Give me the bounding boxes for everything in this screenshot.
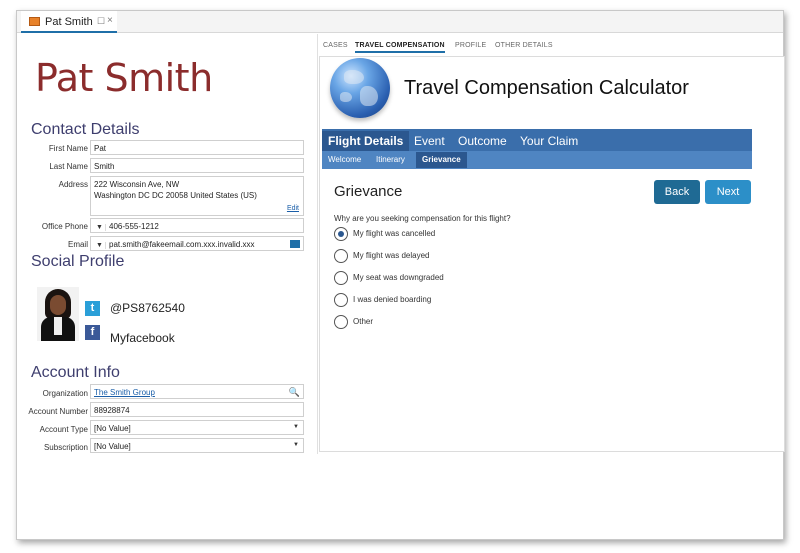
wizard-subnav: Welcome Itinerary Grievance [322,151,752,169]
close-icon[interactable]: × [107,15,113,26]
last-name-field[interactable]: Smith [90,158,304,173]
address-line1: 222 Wisconsin Ave, NW [94,180,180,189]
option-label: My flight was delayed [353,251,430,260]
social-profile-title: Social Profile [31,253,125,270]
nav-flight-details[interactable]: Flight Details [322,131,410,151]
wizard-nav: Flight Details Event Outcome Your Claim … [322,129,752,169]
address-field[interactable]: 222 Wisconsin Ave, NW Washington DC DC 2… [90,176,304,216]
radio-button[interactable] [334,293,348,307]
office-phone-label: Office Phone [41,222,88,231]
twitter-handle[interactable]: @PS8762540 [110,301,185,315]
facebook-icon[interactable]: f [85,325,100,340]
account-number-field[interactable]: 88928874 [90,402,304,417]
nav-itinerary[interactable]: Itinerary [376,155,405,164]
tab-cases[interactable]: CASES [323,42,348,49]
chevron-down-icon[interactable]: ▼ [293,424,299,430]
subscription-value: [No Value] [94,442,131,451]
office-phone-field[interactable]: ▼ 406-555-1212 [90,218,304,233]
contact-card-icon [29,17,40,26]
nav-grievance[interactable]: Grievance [416,152,467,168]
document-tab-bar: Pat Smith ☐ × [17,11,783,33]
details-panel: CASES TRAVEL COMPENSATION PROFILE OTHER … [319,34,785,539]
grievance-question: Why are you seeking compensation for thi… [334,214,511,223]
office-phone-value: 406-555-1212 [109,222,159,231]
radio-button[interactable] [334,249,348,263]
account-info-title: Account Info [31,364,120,381]
account-type-label: Account Type [39,425,88,434]
page-title: Grievance [334,183,403,200]
nav-your-claim[interactable]: Your Claim [520,134,578,148]
radio-button[interactable] [334,315,348,329]
option-label: My seat was downgraded [353,273,444,282]
envelope-icon[interactable] [290,240,300,248]
first-name-field[interactable]: Pat [90,140,304,155]
tab-profile[interactable]: PROFILE [455,42,486,49]
radio-button[interactable] [334,227,348,241]
account-type-value: [No Value] [94,424,131,433]
radio-button[interactable] [334,271,348,285]
contact-tab[interactable]: Pat Smith ☐ × [21,11,117,33]
organization-field[interactable]: The Smith Group 🔍 [90,384,304,399]
email-field[interactable]: ▼ pat.smith@fakeemail.com.xxx.invalid.xxx [90,236,304,251]
organization-label: Organization [42,389,88,398]
option-label: Other [353,317,374,326]
email-value: pat.smith@fakeemail.com.xxx.invalid.xxx [109,240,255,249]
contact-details-title: Contact Details [31,121,140,138]
tab-other-details[interactable]: OTHER DETAILS [495,42,553,49]
email-type-dropdown-icon[interactable]: ▼ [94,242,106,249]
nav-outcome[interactable]: Outcome [458,134,507,148]
email-label: Email [67,240,88,249]
back-button[interactable]: Back [654,180,700,204]
address-line2: Washington DC DC 20058 United States (US… [94,191,257,200]
contact-tab-title: Pat Smith [45,16,93,28]
contact-panel: Pat Smith Contact Details First Name Pat… [17,34,317,539]
panel-divider [317,34,318,454]
address-label: Address [58,180,88,189]
facebook-name[interactable]: Myfacebook [110,331,175,345]
travel-compensation-panel: Travel Compensation Calculator Flight De… [319,56,785,452]
organization-link[interactable]: The Smith Group [94,388,155,397]
search-icon[interactable]: 🔍 [289,387,300,398]
pin-icon[interactable]: ☐ [97,16,105,27]
contact-name-heading: Pat Smith [35,56,213,100]
globe-icon [330,58,390,118]
first-name-label: First Name [48,144,88,153]
account-type-select[interactable]: [No Value] ▼ [90,420,304,435]
account-number-label: Account Number [28,407,88,416]
avatar [37,287,79,341]
chevron-down-icon[interactable]: ▼ [293,442,299,448]
last-name-label: Last Name [49,162,88,171]
nav-event[interactable]: Event [414,134,445,148]
subscription-select[interactable]: [No Value] ▼ [90,438,304,453]
calculator-title: Travel Compensation Calculator [404,77,689,99]
nav-welcome[interactable]: Welcome [328,155,361,164]
phone-type-dropdown-icon[interactable]: ▼ [94,224,106,231]
tab-travel-compensation[interactable]: TRAVEL COMPENSATION [355,42,445,53]
option-label: My flight was cancelled [353,229,436,238]
twitter-icon[interactable]: t [85,301,100,316]
address-edit-link[interactable]: Edit [287,205,299,212]
subscription-label: Subscription [43,443,88,452]
next-button[interactable]: Next [705,180,751,204]
subtab-bar: CASES TRAVEL COMPENSATION PROFILE OTHER … [319,42,781,56]
option-label: I was denied boarding [353,295,432,304]
crm-window: Pat Smith ☐ × Pat Smith Contact Details … [16,10,785,540]
